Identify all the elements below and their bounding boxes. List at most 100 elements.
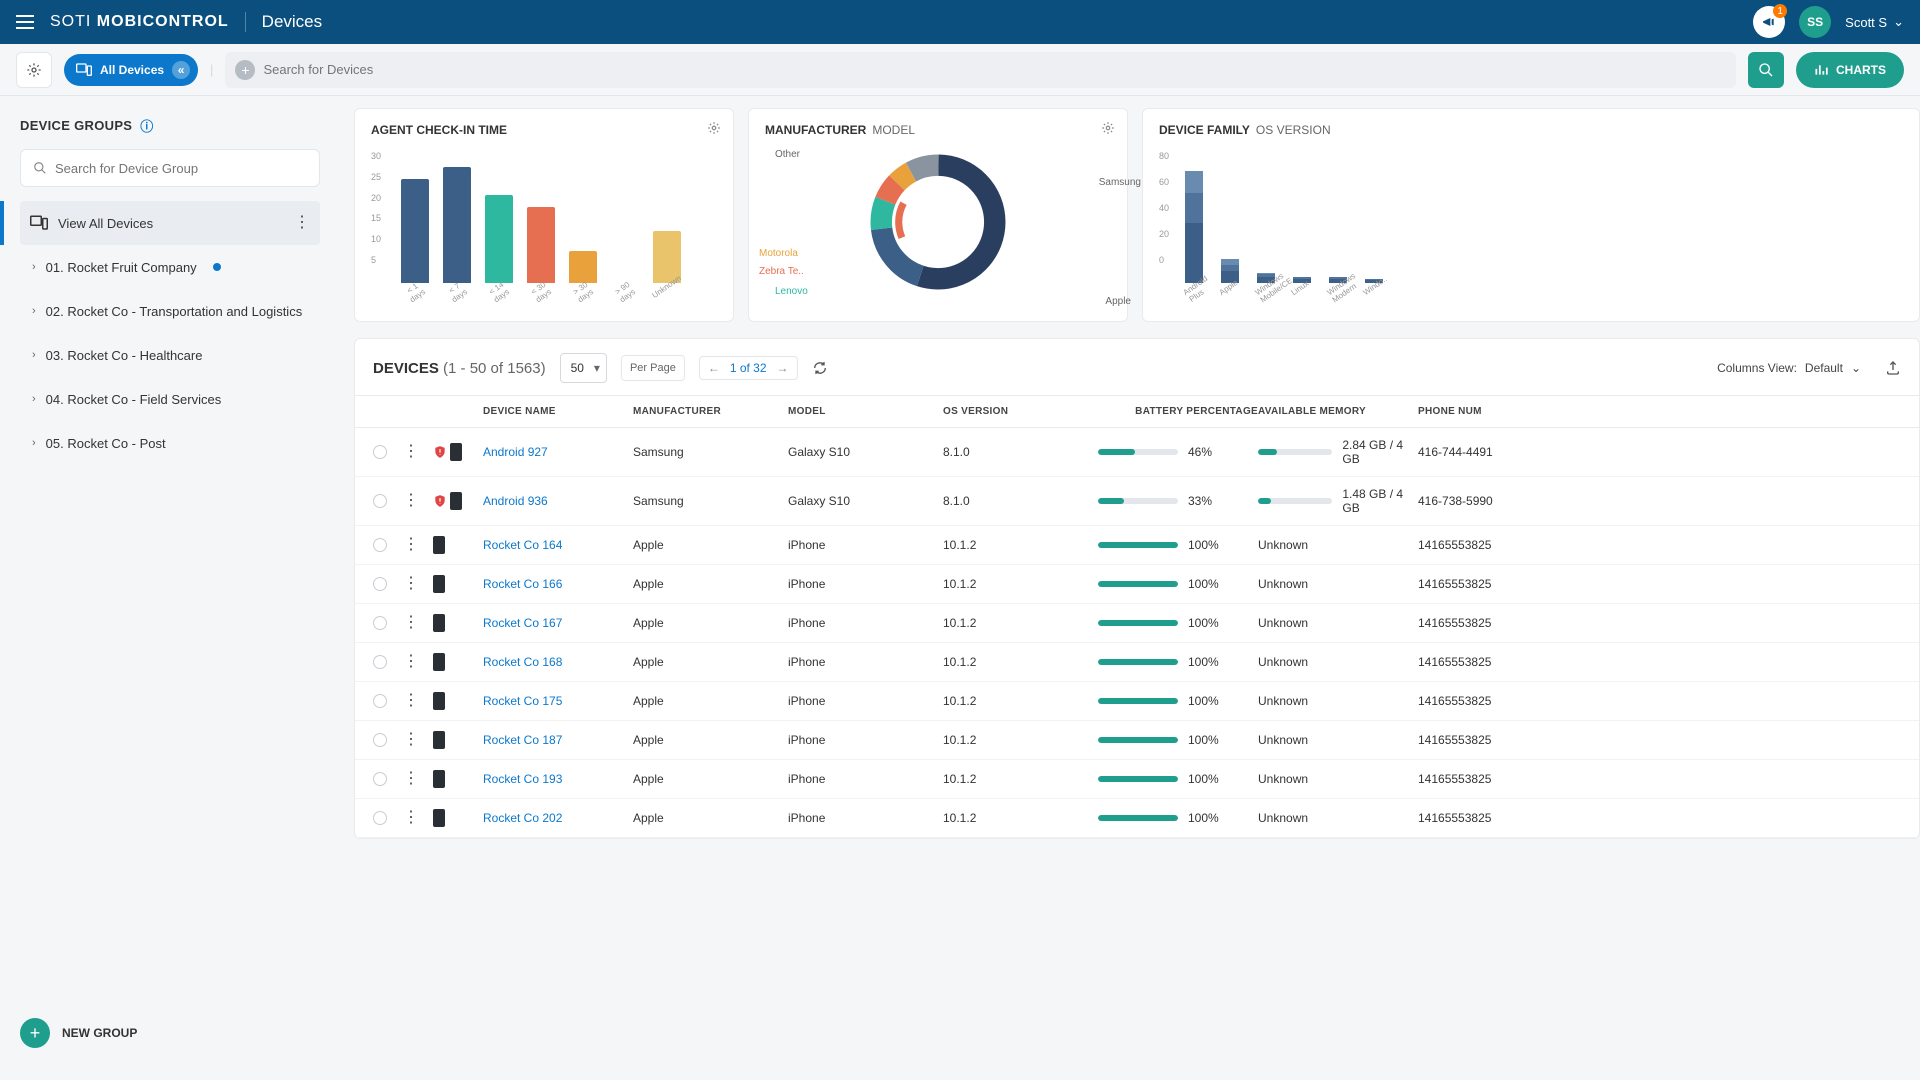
battery-bar bbox=[1098, 542, 1178, 548]
cols-value[interactable]: Default bbox=[1805, 361, 1843, 375]
new-group-button[interactable]: + NEW GROUP bbox=[20, 1006, 320, 1060]
bar[interactable] bbox=[485, 195, 513, 283]
row-checkbox[interactable] bbox=[373, 811, 387, 825]
all-devices-filter[interactable]: All Devices « bbox=[64, 54, 198, 86]
row-more[interactable]: ⋮ bbox=[403, 443, 419, 460]
notification-badge: 1 bbox=[1773, 4, 1787, 18]
row-more[interactable]: ⋮ bbox=[403, 614, 419, 631]
group-label: 03. Rocket Co - Healthcare bbox=[46, 348, 203, 363]
row-checkbox[interactable] bbox=[373, 577, 387, 591]
device-name-link[interactable]: Rocket Co 166 bbox=[483, 577, 633, 591]
bar[interactable] bbox=[443, 167, 471, 283]
device-name-link[interactable]: Rocket Co 175 bbox=[483, 694, 633, 708]
table-row: ⋮ Rocket Co 166 Apple iPhone 10.1.2 100%… bbox=[355, 565, 1919, 604]
row-more[interactable]: ⋮ bbox=[403, 653, 419, 670]
device-name-link[interactable]: Rocket Co 187 bbox=[483, 733, 633, 747]
card-settings[interactable] bbox=[707, 121, 721, 135]
more-icon[interactable]: ⋮ bbox=[294, 215, 310, 231]
row-checkbox[interactable] bbox=[373, 616, 387, 630]
device-name-link[interactable]: Android 936 bbox=[483, 494, 633, 508]
table-title: DEVICES (1 - 50 of 1563) bbox=[373, 360, 546, 377]
next-page[interactable]: → bbox=[777, 361, 789, 375]
search-input[interactable] bbox=[263, 62, 1726, 77]
refresh-button[interactable] bbox=[812, 360, 828, 376]
memory-value: Unknown bbox=[1258, 733, 1308, 747]
bar[interactable] bbox=[527, 207, 555, 283]
cell-model: Galaxy S10 bbox=[788, 445, 943, 459]
charts-button[interactable]: CHARTS bbox=[1796, 52, 1904, 88]
cell-os: 10.1.2 bbox=[943, 577, 1098, 591]
device-name-link[interactable]: Rocket Co 193 bbox=[483, 772, 633, 786]
row-more[interactable]: ⋮ bbox=[403, 809, 419, 826]
user-menu[interactable]: Scott S ⌄ bbox=[1845, 14, 1904, 30]
group-search-input[interactable] bbox=[55, 161, 307, 176]
battery-value: 100% bbox=[1188, 811, 1219, 825]
col-battery[interactable]: BATTERY PERCENTAGE bbox=[1098, 406, 1258, 417]
col-name[interactable]: DEVICE NAME bbox=[483, 406, 633, 417]
notifications-button[interactable]: 1 bbox=[1753, 6, 1785, 38]
search-button[interactable] bbox=[1748, 52, 1784, 88]
row-more[interactable]: ⋮ bbox=[403, 692, 419, 709]
chevron-right-icon: › bbox=[32, 393, 36, 405]
row-checkbox[interactable] bbox=[373, 655, 387, 669]
col-manufacturer[interactable]: MANUFACTURER bbox=[633, 406, 788, 417]
table-row: ⋮ Android 936 Samsung Galaxy S10 8.1.0 3… bbox=[355, 477, 1919, 526]
group-item[interactable]: ›02. Rocket Co - Transportation and Logi… bbox=[20, 289, 320, 333]
prev-page[interactable]: ← bbox=[708, 361, 720, 375]
cell-manufacturer: Apple bbox=[633, 655, 788, 669]
chevron-right-icon: › bbox=[32, 437, 36, 449]
row-checkbox[interactable] bbox=[373, 445, 387, 459]
device-icon bbox=[433, 536, 445, 554]
search-icon bbox=[33, 161, 47, 175]
row-more[interactable]: ⋮ bbox=[403, 536, 419, 553]
row-checkbox[interactable] bbox=[373, 733, 387, 747]
group-item[interactable]: ›03. Rocket Co - Healthcare bbox=[20, 333, 320, 377]
avatar[interactable]: SS bbox=[1799, 6, 1831, 38]
row-more[interactable]: ⋮ bbox=[403, 770, 419, 787]
row-more[interactable]: ⋮ bbox=[403, 492, 419, 509]
view-all-devices[interactable]: View All Devices ⋮ bbox=[20, 201, 320, 245]
add-filter-icon[interactable]: + bbox=[235, 60, 255, 80]
group-label: 01. Rocket Fruit Company bbox=[46, 260, 197, 275]
menu-icon[interactable] bbox=[16, 15, 34, 29]
group-search[interactable] bbox=[20, 149, 320, 187]
cell-os: 10.1.2 bbox=[943, 772, 1098, 786]
battery-value: 100% bbox=[1188, 655, 1219, 669]
device-name-link[interactable]: Rocket Co 168 bbox=[483, 655, 633, 669]
table-row: ⋮ Rocket Co 164 Apple iPhone 10.1.2 100%… bbox=[355, 526, 1919, 565]
bar[interactable] bbox=[569, 251, 597, 283]
group-item[interactable]: › 01. Rocket Fruit Company bbox=[20, 245, 320, 289]
group-item[interactable]: ›05. Rocket Co - Post bbox=[20, 421, 320, 465]
chevron-right-icon: › bbox=[32, 261, 36, 273]
col-phone[interactable]: PHONE NUM bbox=[1418, 406, 1901, 417]
devices-icon bbox=[30, 215, 48, 231]
device-name-link[interactable]: Android 927 bbox=[483, 445, 633, 459]
stack-bar[interactable] bbox=[1185, 171, 1203, 284]
col-memory[interactable]: AVAILABLE MEMORY bbox=[1258, 406, 1418, 417]
col-model[interactable]: MODEL bbox=[788, 406, 943, 417]
row-checkbox[interactable] bbox=[373, 694, 387, 708]
battery-value: 100% bbox=[1188, 694, 1219, 708]
devices-table: DEVICES (1 - 50 of 1563) 50 Per Page ← 1… bbox=[354, 338, 1920, 839]
col-os[interactable]: OS VERSION bbox=[943, 406, 1098, 417]
group-item[interactable]: ›04. Rocket Co - Field Services bbox=[20, 377, 320, 421]
row-more[interactable]: ⋮ bbox=[403, 731, 419, 748]
row-checkbox[interactable] bbox=[373, 772, 387, 786]
device-name-link[interactable]: Rocket Co 164 bbox=[483, 538, 633, 552]
donut-label-other: Other bbox=[775, 149, 800, 160]
device-name-link[interactable]: Rocket Co 202 bbox=[483, 811, 633, 825]
export-button[interactable] bbox=[1885, 360, 1901, 376]
row-more[interactable]: ⋮ bbox=[403, 575, 419, 592]
bar[interactable] bbox=[401, 179, 429, 283]
plus-icon: + bbox=[20, 1018, 50, 1048]
page-size-select[interactable]: 50 bbox=[560, 353, 607, 383]
cell-manufacturer: Apple bbox=[633, 577, 788, 591]
card-settings[interactable] bbox=[1101, 121, 1115, 135]
row-checkbox[interactable] bbox=[373, 494, 387, 508]
device-name-link[interactable]: Rocket Co 167 bbox=[483, 616, 633, 630]
help-icon[interactable]: ⓘ bbox=[140, 116, 153, 135]
chevron-down-icon[interactable]: ⌄ bbox=[1851, 361, 1861, 375]
device-search[interactable]: + bbox=[225, 52, 1736, 88]
settings-button[interactable] bbox=[16, 52, 52, 88]
row-checkbox[interactable] bbox=[373, 538, 387, 552]
